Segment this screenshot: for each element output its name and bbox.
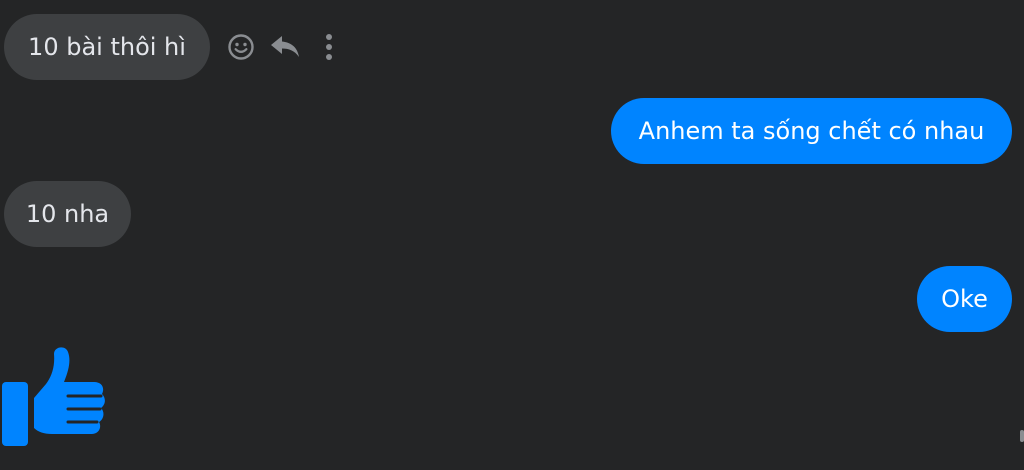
scrollbar-indicator[interactable] bbox=[1020, 430, 1024, 442]
message-text: 10 nha bbox=[25, 200, 110, 228]
incoming-message-bubble[interactable]: 10 nha bbox=[4, 181, 131, 247]
more-vertical-icon bbox=[326, 34, 332, 60]
more-options-button[interactable] bbox=[312, 30, 346, 64]
smiley-face-icon bbox=[228, 34, 254, 60]
outgoing-message-bubble[interactable]: Anhem ta sống chết có nhau bbox=[611, 98, 1012, 164]
message-actions bbox=[224, 30, 346, 64]
message-text: Anhem ta sống chết có nhau bbox=[638, 117, 985, 145]
reply-button[interactable] bbox=[268, 30, 302, 64]
outgoing-message-bubble[interactable]: Oke bbox=[917, 266, 1012, 332]
incoming-message-bubble[interactable]: 10 bài thôi hì bbox=[4, 14, 210, 80]
message-text: Oke bbox=[941, 285, 988, 313]
react-button[interactable] bbox=[224, 30, 258, 64]
reply-arrow-icon bbox=[271, 36, 299, 57]
thumbs-up-icon[interactable] bbox=[2, 346, 106, 446]
message-text: 10 bài thôi hì bbox=[28, 33, 186, 61]
